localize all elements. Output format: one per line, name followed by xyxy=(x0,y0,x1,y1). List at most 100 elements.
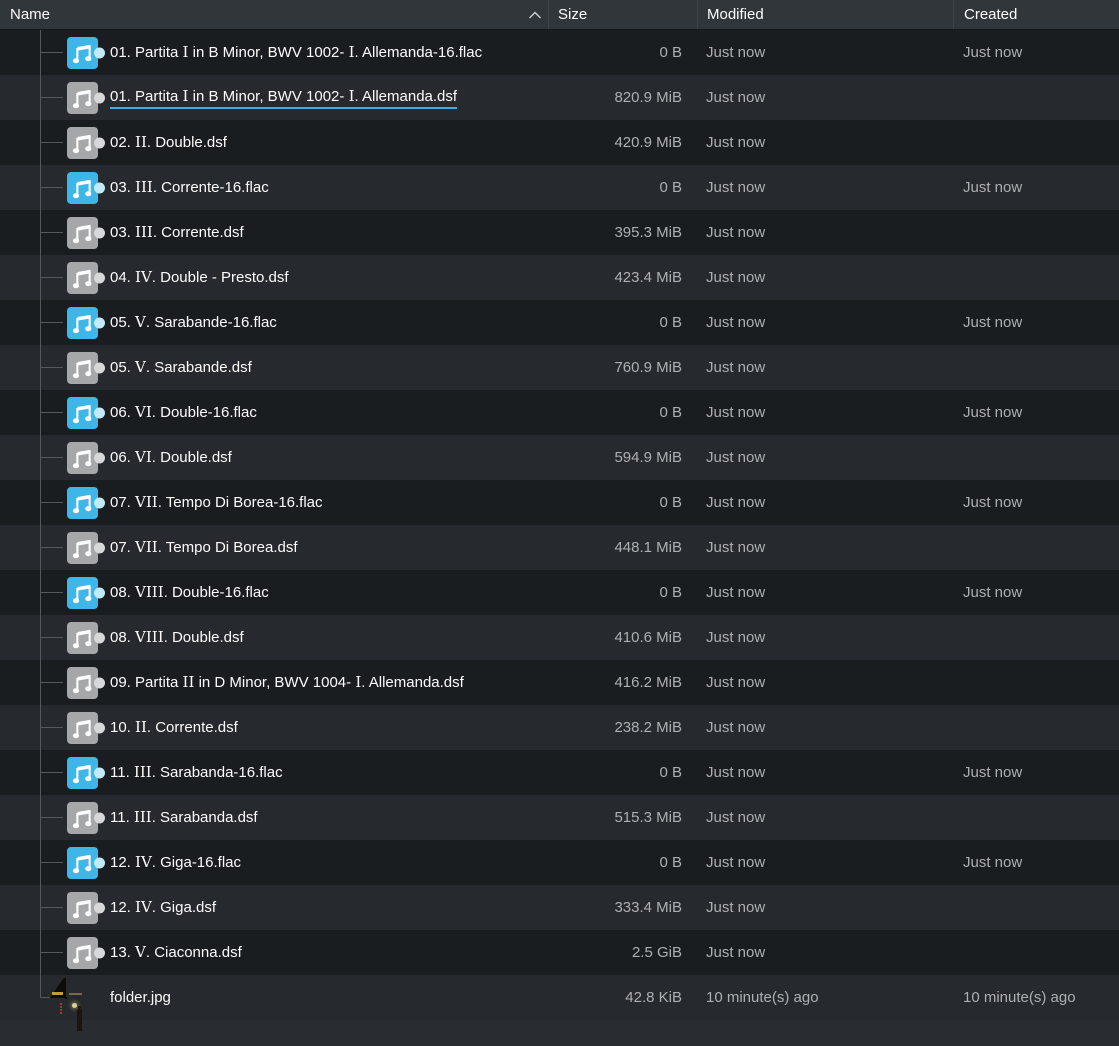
file-size: 515.3 MiB xyxy=(548,795,689,840)
column-header-name[interactable]: Name xyxy=(0,0,548,29)
file-size: 0 B xyxy=(548,750,689,795)
file-row[interactable]: folder.jpg 42.8 KiB 10 minute(s) ago 10 … xyxy=(0,975,1119,1020)
file-list: 01. Partita I in B Minor, BWV 1002- I. A… xyxy=(0,30,1119,1020)
audio-file-icon-flac xyxy=(66,756,106,790)
file-name[interactable]: 07. VII. Tempo Di Borea.dsf xyxy=(110,525,544,570)
file-name[interactable]: 13. V. Ciaconna.dsf xyxy=(110,930,544,975)
file-name[interactable]: 03. III. Corrente.dsf xyxy=(110,210,544,255)
tree-branch xyxy=(40,322,63,323)
file-name[interactable]: 10. II. Corrente.dsf xyxy=(110,705,544,750)
file-row[interactable]: 01. Partita I in B Minor, BWV 1002- I. A… xyxy=(0,30,1119,75)
column-header-modified[interactable]: Modified xyxy=(697,0,953,29)
file-row[interactable]: 02. II. Double.dsf 420.9 MiB Just now xyxy=(0,120,1119,165)
column-header-size[interactable]: Size xyxy=(548,0,697,29)
file-row[interactable]: 07. VII. Tempo Di Borea.dsf 448.1 MiB Ju… xyxy=(0,525,1119,570)
file-created xyxy=(963,255,1119,300)
file-size: 410.6 MiB xyxy=(548,615,689,660)
tree-branch xyxy=(40,412,63,413)
file-name[interactable]: 11. III. Sarabanda.dsf xyxy=(110,795,544,840)
tree-branch xyxy=(40,277,63,278)
file-size: 820.9 MiB xyxy=(548,75,689,120)
file-name[interactable]: 07. VII. Tempo Di Borea-16.flac xyxy=(110,480,544,525)
file-row[interactable]: 05. V. Sarabande-16.flac 0 B Just now Ju… xyxy=(0,300,1119,345)
file-row[interactable]: 06. VI. Double-16.flac 0 B Just now Just… xyxy=(0,390,1119,435)
file-name[interactable]: 09. Partita II in D Minor, BWV 1004- I. … xyxy=(110,660,544,705)
tree-branch xyxy=(40,637,63,638)
file-name-label: 07. VII. Tempo Di Borea-16.flac xyxy=(110,492,323,513)
file-name[interactable]: 01. Partita I in B Minor, BWV 1002- I. A… xyxy=(110,30,544,75)
file-manager-details-view: Name Size Modified Created 01. Partita I… xyxy=(0,0,1119,1046)
file-size: 0 B xyxy=(548,480,689,525)
file-created: Just now xyxy=(963,480,1119,525)
file-row[interactable]: 10. II. Corrente.dsf 238.2 MiB Just now xyxy=(0,705,1119,750)
audio-file-icon-dsf xyxy=(66,891,106,925)
file-modified: Just now xyxy=(706,750,946,795)
file-name[interactable]: 01. Partita I in B Minor, BWV 1002- I. A… xyxy=(110,75,544,120)
file-row[interactable]: 07. VII. Tempo Di Borea-16.flac 0 B Just… xyxy=(0,480,1119,525)
audio-file-icon-dsf xyxy=(66,261,106,295)
tree-branch xyxy=(40,187,63,188)
file-size: 0 B xyxy=(548,30,689,75)
file-modified: Just now xyxy=(706,840,946,885)
file-row[interactable]: 13. V. Ciaconna.dsf 2.5 GiB Just now xyxy=(0,930,1119,975)
tree-line xyxy=(40,975,41,998)
file-created xyxy=(963,795,1119,840)
file-name-label: 06. VI. Double.dsf xyxy=(110,447,232,468)
file-name[interactable]: 06. VI. Double.dsf xyxy=(110,435,544,480)
file-size: 2.5 GiB xyxy=(548,930,689,975)
file-row[interactable]: 01. Partita I in B Minor, BWV 1002- I. A… xyxy=(0,75,1119,120)
file-size: 238.2 MiB xyxy=(548,705,689,750)
tree-branch xyxy=(40,52,63,53)
file-row[interactable]: 09. Partita II in D Minor, BWV 1004- I. … xyxy=(0,660,1119,705)
file-size: 42.8 KiB xyxy=(548,975,689,1020)
column-header-created[interactable]: Created xyxy=(953,0,1119,29)
file-row[interactable]: 04. IV. Double - Presto.dsf 423.4 MiB Ju… xyxy=(0,255,1119,300)
file-modified: Just now xyxy=(706,660,946,705)
file-created xyxy=(963,120,1119,165)
file-row[interactable]: 11. III. Sarabanda-16.flac 0 B Just now … xyxy=(0,750,1119,795)
audio-file-icon-dsf xyxy=(66,441,106,475)
file-row[interactable]: 12. IV. Giga-16.flac 0 B Just now Just n… xyxy=(0,840,1119,885)
file-row[interactable]: 11. III. Sarabanda.dsf 515.3 MiB Just no… xyxy=(0,795,1119,840)
file-row[interactable]: 03. III. Corrente.dsf 395.3 MiB Just now xyxy=(0,210,1119,255)
file-row[interactable]: 08. VIII. Double-16.flac 0 B Just now Ju… xyxy=(0,570,1119,615)
file-created xyxy=(963,885,1119,930)
audio-file-icon-flac xyxy=(66,306,106,340)
file-name[interactable]: 03. III. Corrente-16.flac xyxy=(110,165,544,210)
file-name[interactable]: 08. VIII. Double.dsf xyxy=(110,615,544,660)
file-name[interactable]: 05. V. Sarabande-16.flac xyxy=(110,300,544,345)
column-header-row: Name Size Modified Created xyxy=(0,0,1119,30)
file-row[interactable]: 03. III. Corrente-16.flac 0 B Just now J… xyxy=(0,165,1119,210)
file-name[interactable]: folder.jpg xyxy=(110,975,544,1020)
file-created xyxy=(963,75,1119,120)
tree-branch xyxy=(40,907,63,908)
file-modified: Just now xyxy=(706,255,946,300)
file-size: 0 B xyxy=(548,165,689,210)
audio-file-icon-dsf xyxy=(66,621,106,655)
file-name[interactable]: 11. III. Sarabanda-16.flac xyxy=(110,750,544,795)
file-name[interactable]: 12. IV. Giga.dsf xyxy=(110,885,544,930)
file-size: 448.1 MiB xyxy=(548,525,689,570)
audio-file-icon-dsf xyxy=(66,711,106,745)
audio-file-icon-flac xyxy=(66,846,106,880)
file-row[interactable]: 06. VI. Double.dsf 594.9 MiB Just now xyxy=(0,435,1119,480)
file-name[interactable]: 05. V. Sarabande.dsf xyxy=(110,345,544,390)
file-name[interactable]: 04. IV. Double - Presto.dsf xyxy=(110,255,544,300)
file-name[interactable]: 02. II. Double.dsf xyxy=(110,120,544,165)
tree-branch xyxy=(40,817,63,818)
file-name-label: 13. V. Ciaconna.dsf xyxy=(110,942,242,963)
file-created: Just now xyxy=(963,750,1119,795)
tree-branch xyxy=(40,367,63,368)
tree-branch xyxy=(40,232,63,233)
audio-file-icon-dsf xyxy=(66,351,106,385)
file-name[interactable]: 12. IV. Giga-16.flac xyxy=(110,840,544,885)
file-row[interactable]: 08. VIII. Double.dsf 410.6 MiB Just now xyxy=(0,615,1119,660)
file-name[interactable]: 08. VIII. Double-16.flac xyxy=(110,570,544,615)
file-row[interactable]: 12. IV. Giga.dsf 333.4 MiB Just now xyxy=(0,885,1119,930)
file-row[interactable]: 05. V. Sarabande.dsf 760.9 MiB Just now xyxy=(0,345,1119,390)
file-created: Just now xyxy=(963,840,1119,885)
file-created xyxy=(963,210,1119,255)
file-created: 10 minute(s) ago xyxy=(963,975,1119,1020)
file-modified: Just now xyxy=(706,210,946,255)
file-name[interactable]: 06. VI. Double-16.flac xyxy=(110,390,544,435)
